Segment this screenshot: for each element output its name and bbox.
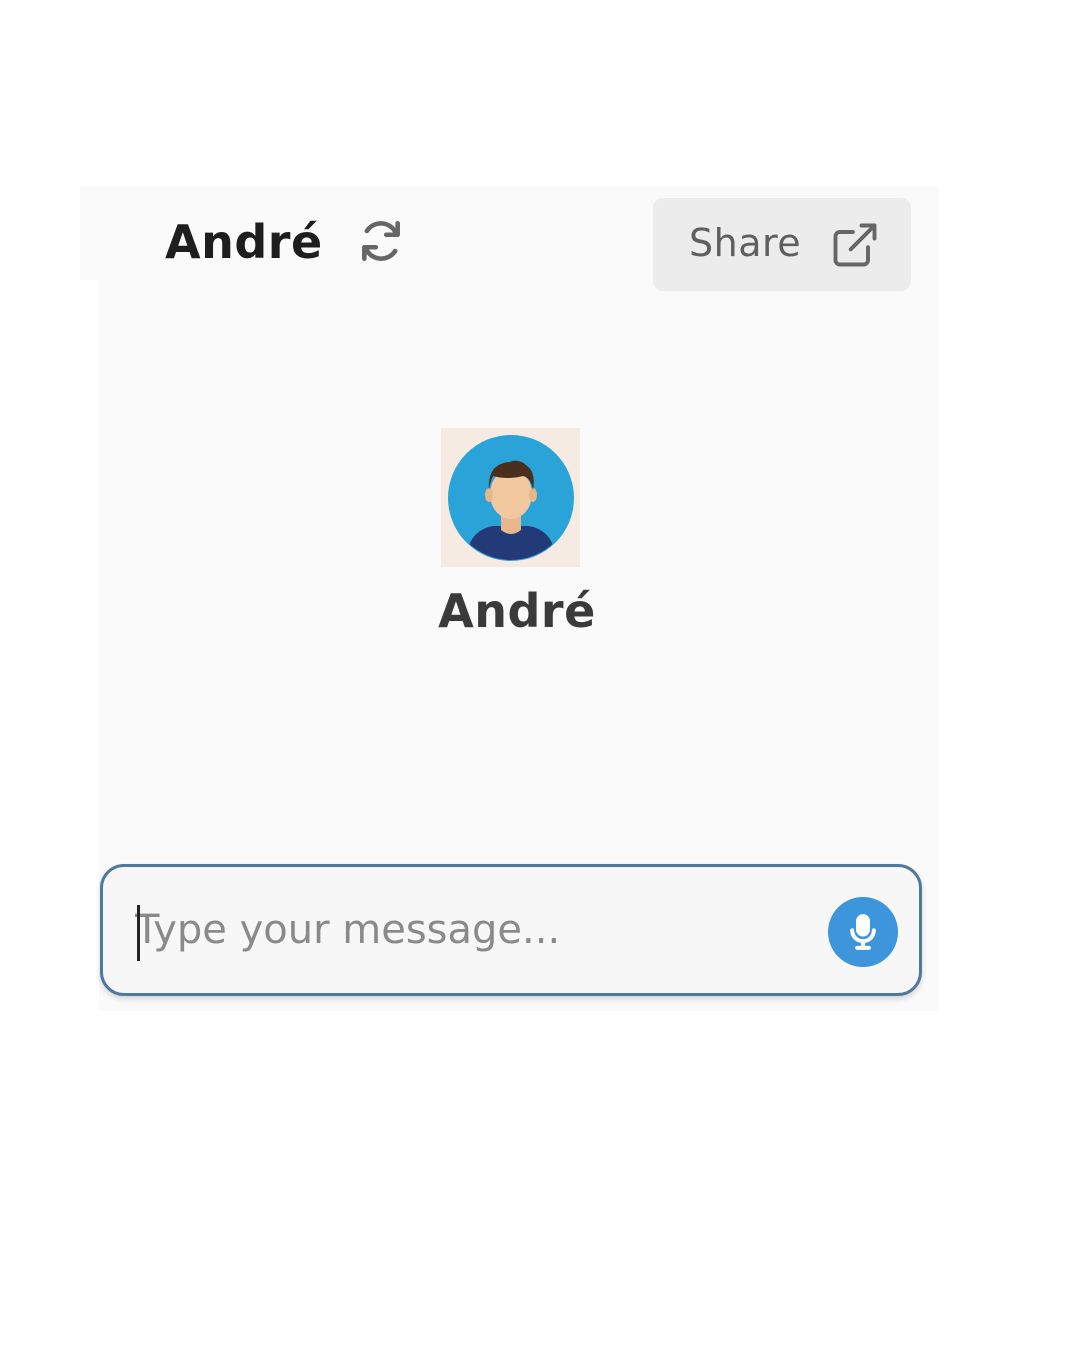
text-caret (137, 905, 140, 961)
microphone-icon (850, 914, 876, 950)
bot-name: André (438, 584, 596, 638)
avatar-man-icon (448, 435, 574, 561)
external-link-icon (829, 219, 881, 271)
chat-title: André (165, 215, 323, 269)
bot-avatar (441, 428, 580, 567)
message-composer (100, 864, 922, 996)
message-input[interactable] (135, 897, 785, 963)
share-label: Share (689, 220, 802, 265)
share-button[interactable]: Share (653, 198, 911, 291)
microphone-button[interactable] (828, 897, 898, 967)
refresh-button[interactable] (350, 210, 412, 272)
refresh-icon (362, 221, 400, 261)
